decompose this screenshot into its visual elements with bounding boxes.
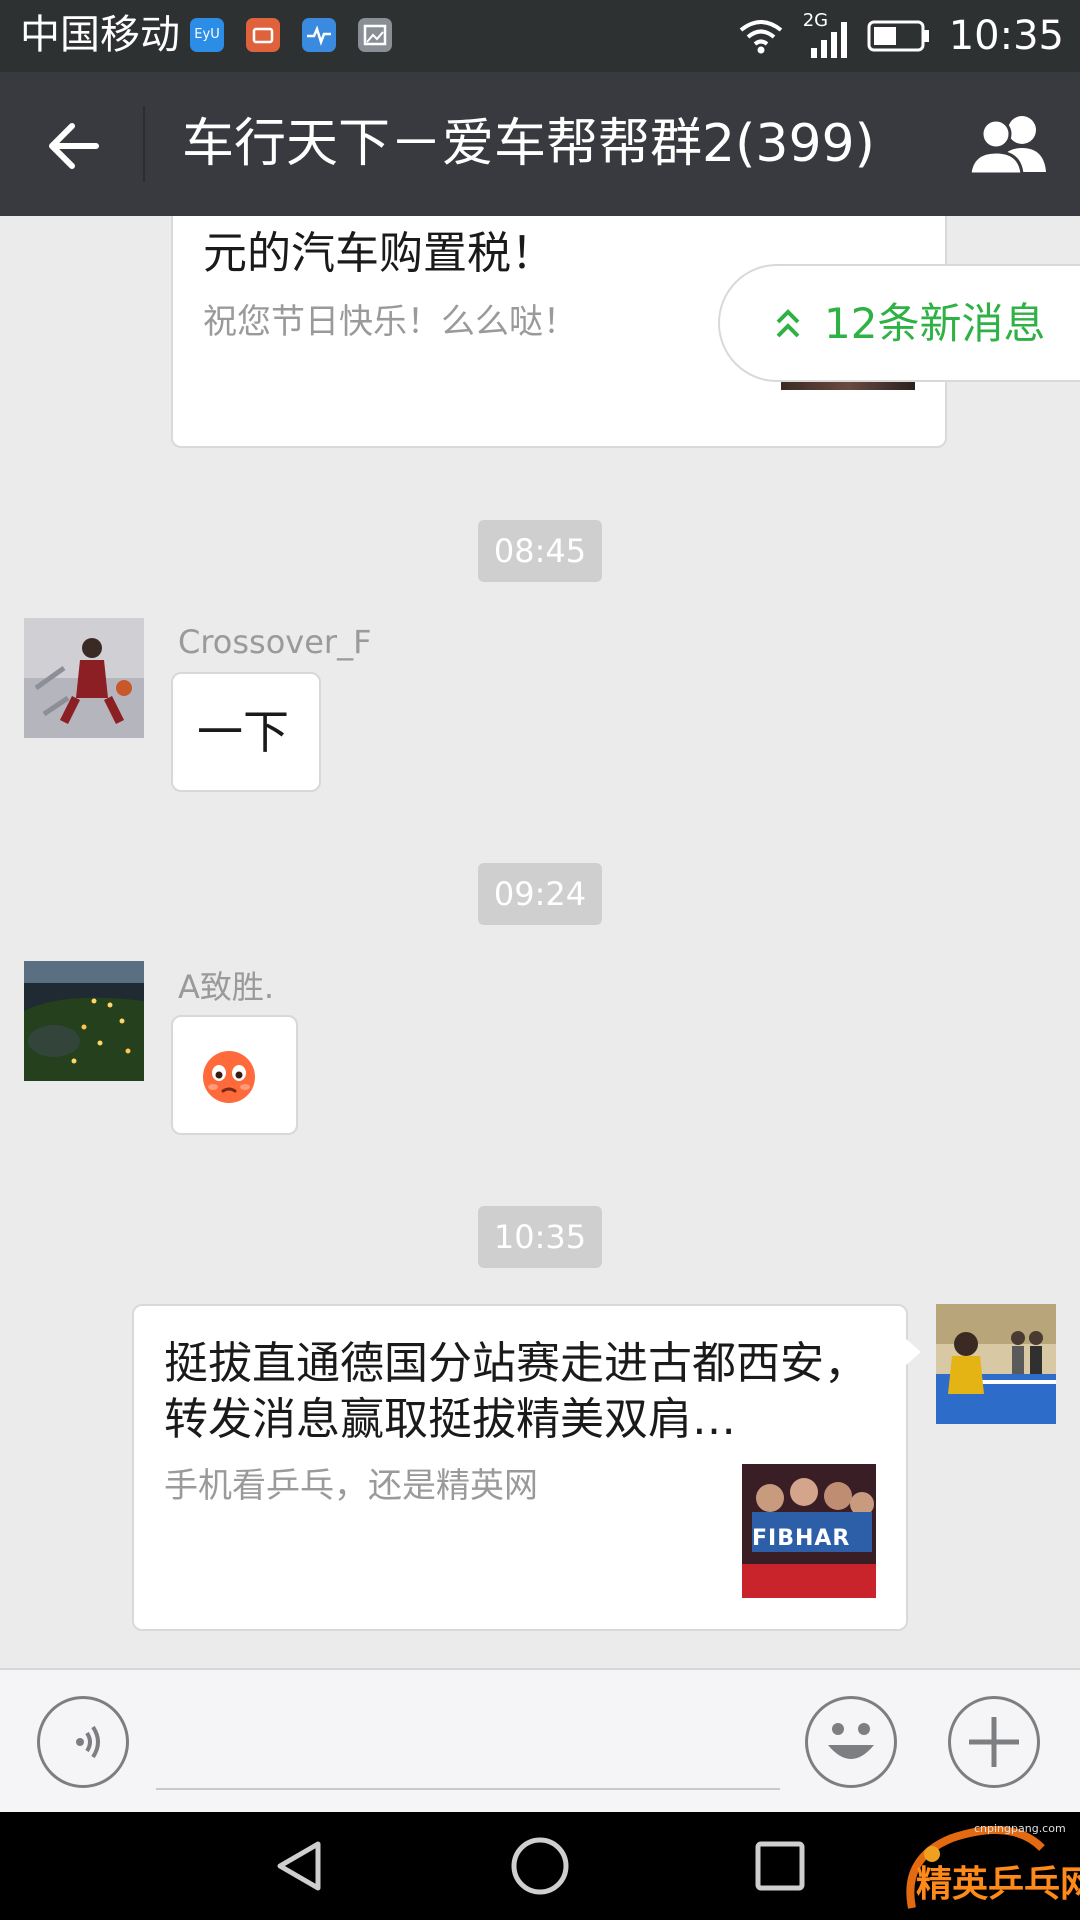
- more-plus-button[interactable]: [948, 1696, 1040, 1788]
- notification-icons: EyU: [190, 18, 392, 52]
- my-avatar[interactable]: [936, 1304, 1056, 1424]
- header-divider: [143, 106, 145, 182]
- card-description: 手机看乒乓，还是精英网: [164, 1466, 538, 1506]
- avatar[interactable]: [24, 618, 144, 738]
- message-bubble[interactable]: 一下: [171, 672, 321, 792]
- voice-input-button[interactable]: [37, 1696, 129, 1788]
- back-button[interactable]: [40, 114, 104, 178]
- message-input[interactable]: [156, 1788, 780, 1790]
- back-arrow-icon: [49, 123, 99, 169]
- thumbnail-caption: FIBHAR: [752, 1526, 851, 1551]
- chat-area[interactable]: 元的汽车购置税！ 祝您节日快乐！么么哒！ 12条新消息 08:45 Crosso…: [0, 216, 1080, 1668]
- nav-back-button[interactable]: [268, 1834, 332, 1898]
- timestamp: 10:35: [478, 1206, 602, 1268]
- app-gallery-icon: [358, 18, 392, 52]
- card-description: 祝您节日快乐！么么哒！: [203, 302, 577, 342]
- square-recents-icon: [755, 1841, 805, 1891]
- carrier-name: 中国移动: [20, 12, 180, 58]
- battery-icon: [867, 20, 929, 52]
- card-thumbnail: FIBHAR: [742, 1464, 876, 1598]
- watermark-logo: cnpingpang.com 精英乒乓网: [892, 1818, 1080, 1914]
- message-bubble[interactable]: [171, 1015, 298, 1135]
- group-members-button[interactable]: [966, 112, 1050, 176]
- timestamp: 08:45: [478, 520, 602, 582]
- signal-icon: 2G: [803, 12, 849, 60]
- timestamp: 09:24: [478, 863, 602, 925]
- new-messages-label: 12条新消息: [824, 299, 1046, 348]
- triangle-back-icon: [277, 1841, 321, 1891]
- new-messages-button[interactable]: 12条新消息: [718, 264, 1080, 382]
- status-bar: 中国移动 EyU 2G 10:35: [0, 0, 1080, 72]
- more-plus-icon: [969, 1717, 1019, 1767]
- watermark-text: 精英乒乓网: [916, 1864, 1080, 1905]
- app-mail-icon: [246, 18, 280, 52]
- chat-header: 车行天下－爱车帮帮群2(399): [0, 72, 1080, 216]
- card-title: 挺拔直通德国分站赛走进古都西安，转发消息赢取挺拔精美双肩…: [164, 1338, 868, 1445]
- wifi-icon: [739, 20, 782, 54]
- nav-recents-button[interactable]: [748, 1834, 812, 1898]
- link-card[interactable]: 挺拔直通德国分站赛走进古都西安，转发消息赢取挺拔精美双肩… 手机看乒乓，还是精英…: [132, 1304, 908, 1631]
- avatar[interactable]: [24, 961, 144, 1081]
- app-eyu-icon: EyU: [190, 18, 224, 52]
- navigation-bar: cnpingpang.com 精英乒乓网: [0, 1812, 1080, 1920]
- card-title: 元的汽车购置税！: [203, 228, 555, 279]
- group-members-icon: [968, 116, 1046, 176]
- input-bar: [0, 1668, 1080, 1812]
- clock: 10:35: [948, 13, 1064, 59]
- emoji-smile-icon: [828, 1723, 874, 1759]
- sender-name: A致胜.: [178, 968, 275, 1006]
- voice-input-icon: [76, 1725, 100, 1759]
- message-text: 一下: [197, 705, 289, 759]
- app-health-icon: [302, 18, 336, 52]
- page-title: 车行天下－爱车帮帮群2(399): [182, 114, 875, 174]
- double-chevron-up-icon: [776, 309, 800, 338]
- sender-name: Crossover_F: [178, 623, 372, 661]
- bubble-tail: [905, 1338, 921, 1366]
- watermark-domain: cnpingpang.com: [974, 1822, 1066, 1835]
- nav-home-button[interactable]: [508, 1834, 572, 1898]
- emoji-button[interactable]: [805, 1696, 897, 1788]
- flushed-face-icon: [203, 1051, 255, 1103]
- circle-home-icon: [511, 1837, 569, 1895]
